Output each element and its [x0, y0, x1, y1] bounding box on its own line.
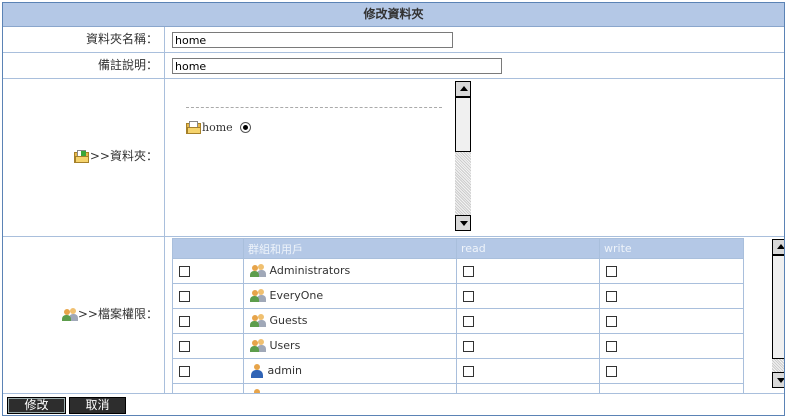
- scroll-down-icon[interactable]: [455, 215, 471, 231]
- group-name: Guests: [269, 314, 308, 327]
- group-name: Administrators: [269, 264, 351, 277]
- tree-divider: [186, 107, 442, 108]
- group-icon: [250, 264, 266, 278]
- tree-item-home[interactable]: home: [186, 120, 252, 134]
- col-write: write: [599, 238, 744, 259]
- scroll-down-icon[interactable]: [772, 372, 784, 388]
- permissions-scrollbar[interactable]: [772, 239, 784, 388]
- folder-label: >>資料夾：: [89, 149, 158, 163]
- read-checkbox[interactable]: [463, 291, 474, 302]
- col-group-user: 群組和用戶: [243, 238, 457, 259]
- select-checkbox[interactable]: [179, 291, 190, 302]
- scroll-track[interactable]: [455, 152, 471, 215]
- write-checkbox[interactable]: [606, 266, 617, 277]
- folder-label-cell: >>資料夾：: [3, 79, 165, 236]
- group-name: Users: [269, 339, 301, 352]
- write-checkbox[interactable]: [606, 341, 617, 352]
- edit-button[interactable]: 修改: [7, 397, 66, 414]
- group-icon: [61, 307, 78, 322]
- form-title: 修改資料夾: [3, 3, 784, 27]
- write-checkbox[interactable]: [606, 366, 617, 377]
- scroll-thumb[interactable]: [455, 97, 471, 152]
- user-name: admin: [267, 364, 302, 377]
- read-checkbox[interactable]: [463, 341, 474, 352]
- table-header-row: 群組和用戶 read write: [172, 238, 744, 259]
- folder-tree: home: [166, 79, 784, 236]
- scroll-track[interactable]: [772, 359, 784, 372]
- folder-name-input[interactable]: home: [172, 32, 453, 48]
- select-checkbox[interactable]: [179, 341, 190, 352]
- select-checkbox[interactable]: [179, 266, 190, 277]
- permission-label-cell: >>檔案權限：: [3, 237, 165, 393]
- table-row: admin: [172, 358, 744, 384]
- permission-label: >>檔案權限：: [77, 307, 158, 321]
- table-row: EveryOne: [172, 283, 744, 309]
- col-select: [172, 238, 244, 259]
- read-checkbox[interactable]: [463, 266, 474, 277]
- permissions-table: 群組和用戶 read write Administrators EveryOne: [172, 238, 744, 393]
- remark-label: 備註說明：: [3, 53, 165, 78]
- col-read: read: [456, 238, 600, 259]
- write-checkbox[interactable]: [606, 316, 617, 327]
- read-checkbox[interactable]: [463, 316, 474, 327]
- scroll-up-icon[interactable]: [772, 239, 784, 255]
- table-row: [172, 383, 744, 393]
- folder-tree-row: >>資料夾： home: [3, 79, 784, 237]
- write-checkbox[interactable]: [606, 291, 617, 302]
- folder-tree-scrollbar[interactable]: [455, 81, 471, 231]
- cancel-button[interactable]: 取消: [69, 397, 126, 414]
- folder-name-label: 資料夾名稱：: [3, 27, 165, 52]
- group-icon: [250, 289, 266, 303]
- table-row: Guests: [172, 308, 744, 334]
- permissions-panel: 群組和用戶 read write Administrators EveryOne: [166, 237, 784, 393]
- remark-input[interactable]: home: [172, 58, 502, 74]
- user-icon: [250, 364, 264, 378]
- permissions-row: >>檔案權限： 群組和用戶 read write Administrators: [3, 237, 784, 394]
- group-icon: [250, 314, 266, 328]
- folder-name-row: 資料夾名稱： home: [3, 27, 784, 53]
- table-row: Administrators: [172, 258, 744, 284]
- select-checkbox[interactable]: [179, 366, 190, 377]
- table-row: Users: [172, 333, 744, 359]
- user-icon: [250, 389, 264, 393]
- select-checkbox[interactable]: [179, 316, 190, 327]
- folder-radio[interactable]: [240, 122, 252, 133]
- scroll-thumb[interactable]: [772, 255, 784, 359]
- folder-icon: [186, 121, 202, 134]
- folder-icon: [73, 150, 90, 163]
- tree-item-label: home: [202, 121, 233, 134]
- scroll-up-icon[interactable]: [455, 81, 471, 97]
- read-checkbox[interactable]: [463, 366, 474, 377]
- group-icon: [250, 339, 266, 353]
- group-name: EveryOne: [269, 289, 324, 302]
- remark-row: 備註說明： home: [3, 53, 784, 79]
